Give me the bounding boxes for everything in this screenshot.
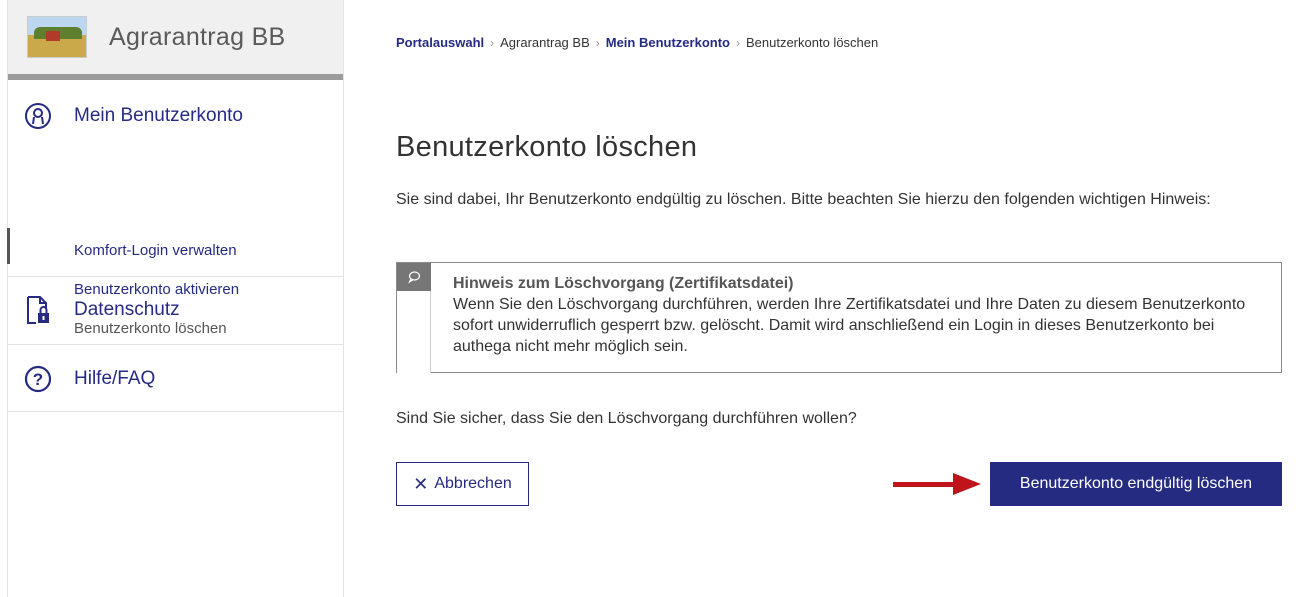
breadcrumb-mein-benutzerkonto[interactable]: Mein Benutzerkonto <box>606 35 730 50</box>
document-lock-icon <box>23 295 53 325</box>
nav-item-hilfe[interactable]: ? Hilfe/FAQ <box>8 345 343 394</box>
chevron-right-icon: › <box>595 36 600 50</box>
chevron-right-icon: › <box>490 36 495 50</box>
nav-section-account: Mein Benutzerkonto Komfort-Login verwalt… <box>7 80 343 337</box>
app-logo[interactable] <box>27 16 87 58</box>
close-icon: ✕ <box>413 474 429 494</box>
notice-box: Hinweis zum Löschvorgang (Zertifikatsdat… <box>396 262 1282 374</box>
nav-item-account[interactable]: Mein Benutzerkonto <box>8 80 343 131</box>
nav-label-hilfe: Hilfe/FAQ <box>74 368 156 389</box>
nav-label-account: Mein Benutzerkonto <box>74 105 243 126</box>
question-circle-icon: ? <box>23 364 53 394</box>
app-title[interactable]: Agrarantrag BB <box>109 23 286 52</box>
subnav-komfort-login[interactable]: Komfort-Login verwalten <box>74 242 237 259</box>
sidebar: Agrarantrag BB Mein Benutzerkonto Komfor… <box>7 0 344 597</box>
user-circle-icon <box>23 101 53 131</box>
cancel-button[interactable]: ✕ Abbrechen <box>396 462 529 506</box>
notice-heading: Hinweis zum Löschvorgang (Zertifikatsdat… <box>453 275 794 292</box>
speech-bubble-icon <box>397 263 431 291</box>
breadcrumb-portalauswahl[interactable]: Portalauswahl <box>396 35 484 50</box>
app-header: Agrarantrag BB <box>8 0 343 80</box>
active-indicator <box>7 228 10 264</box>
nav-label-datenschutz: Datenschutz <box>74 299 180 320</box>
svg-text:?: ? <box>33 370 43 389</box>
breadcrumb: Portalauswahl › Agrarantrag BB › Mein Benutz… <box>396 35 878 50</box>
nav-section-datenschutz: Datenschutz <box>8 277 343 345</box>
nav-section-hilfe: ? Hilfe/FAQ <box>8 345 343 412</box>
confirmation-question: Sind Sie sicher, dass Sie den Löschvorga… <box>396 410 857 427</box>
cancel-button-label: Abbrechen <box>434 475 512 492</box>
delete-account-button[interactable]: Benutzerkonto endgültig löschen <box>990 462 1282 506</box>
breadcrumb-current: Benutzerkonto löschen <box>745 35 879 50</box>
delete-button-label: Benutzerkonto endgültig löschen <box>1019 475 1253 492</box>
notice-text: Wenn Sie den Löschvorgang durchführen, w… <box>453 296 1246 355</box>
nav-item-datenschutz[interactable]: Datenschutz <box>8 277 343 325</box>
page-title: Benutzerkonto löschen <box>396 131 698 163</box>
annotation-arrow-icon <box>893 473 981 495</box>
chevron-right-icon: › <box>735 36 740 50</box>
main-content: Portalauswahl › Agrarantrag BB › Mein Benutz… <box>396 0 1286 597</box>
intro-text: Sie sind dabei, Ihr Benutzerkonto endgül… <box>396 191 1211 208</box>
breadcrumb-agrarantrag: Agrarantrag BB <box>500 35 590 50</box>
